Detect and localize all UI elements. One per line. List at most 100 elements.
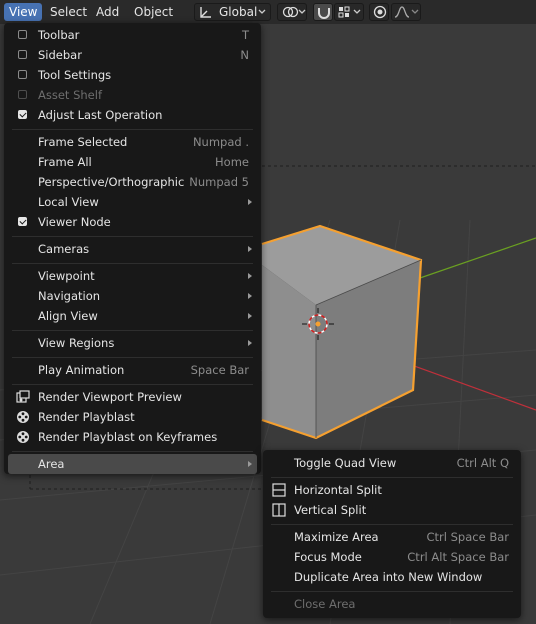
local-view-label: Local View	[38, 195, 99, 209]
toolbar-checkbox[interactable]	[18, 30, 27, 39]
render-viewport-preview-label: Render Viewport Preview	[38, 390, 182, 404]
duplicate-area-label: Duplicate Area into New Window	[294, 570, 483, 584]
menu-separator	[271, 524, 513, 525]
menu-item-horizontal-split[interactable]: Horizontal Split	[267, 480, 517, 500]
chevron-down-icon	[258, 9, 266, 14]
tool-settings-label: Tool Settings	[38, 68, 112, 82]
menu-item-frame-all[interactable]: Frame All Home	[8, 152, 257, 172]
falloff-dropdown[interactable]	[391, 3, 421, 21]
menu-item-frame-selected[interactable]: Frame Selected Numpad .	[8, 132, 257, 152]
pivot-point-dropdown[interactable]	[277, 3, 307, 21]
proportional-edit-icon	[373, 5, 387, 19]
submenu-arrow-icon	[248, 273, 252, 279]
play-animation-label: Play Animation	[38, 363, 125, 377]
sidebar-checkbox[interactable]	[18, 50, 27, 59]
transform-orientation-dropdown[interactable]: Global	[194, 3, 271, 21]
adjust-last-operation-checkbox[interactable]	[18, 110, 27, 119]
play-animation-shortcut: Space Bar	[190, 363, 249, 377]
menu-separator	[12, 129, 253, 130]
menu-item-align-view[interactable]: Align View	[8, 306, 257, 326]
menu-separator	[12, 357, 253, 358]
maximize-area-shortcut: Ctrl Space Bar	[426, 530, 509, 544]
menu-item-cameras[interactable]: Cameras	[8, 239, 257, 259]
submenu-arrow-icon	[248, 340, 252, 346]
menu-item-render-playblast[interactable]: Render Playblast	[8, 407, 257, 427]
menu-select[interactable]: Select	[45, 3, 92, 21]
submenu-arrow-icon	[248, 313, 252, 319]
sidebar-shortcut: N	[240, 48, 249, 62]
focus-mode-shortcut: Ctrl Alt Space Bar	[407, 550, 509, 564]
menu-item-duplicate-area[interactable]: Duplicate Area into New Window	[267, 567, 517, 587]
cameras-label: Cameras	[38, 242, 90, 256]
snap-toggle[interactable]	[313, 3, 333, 21]
frame-selected-shortcut: Numpad .	[192, 135, 249, 149]
tool-settings-checkbox[interactable]	[18, 70, 27, 79]
menu-separator	[271, 591, 513, 592]
submenu-arrow-icon	[248, 461, 252, 467]
toolbar-label: Toolbar	[38, 28, 80, 42]
menu-item-view-regions[interactable]: View Regions	[8, 333, 257, 353]
viewpoint-label: Viewpoint	[38, 269, 95, 283]
menu-separator	[12, 263, 253, 264]
submenu-arrow-icon	[248, 293, 252, 299]
menu-item-adjust-last-operation[interactable]: Adjust Last Operation	[8, 105, 257, 125]
menu-item-render-viewport-preview[interactable]: Render Viewport Preview	[8, 387, 257, 407]
menu-item-perspective-orthographic[interactable]: Perspective/Orthographic Numpad 5	[8, 172, 257, 192]
menu-separator	[12, 330, 253, 331]
menu-item-focus-mode[interactable]: Focus Mode Ctrl Alt Space Bar	[267, 547, 517, 567]
menu-item-viewer-node[interactable]: Viewer Node	[8, 212, 257, 232]
menu-view[interactable]: View	[4, 3, 43, 21]
toggle-quad-view-shortcut: Ctrl Alt Q	[456, 456, 509, 470]
render-still-icon	[16, 390, 30, 403]
falloff-curve-icon	[394, 6, 419, 18]
area-submenu: Toggle Quad View Ctrl Alt Q Horizontal S…	[263, 450, 521, 618]
sidebar-label: Sidebar	[38, 48, 82, 62]
menu-item-toolbar[interactable]: Toolbar T	[8, 25, 257, 45]
align-view-label: Align View	[38, 309, 98, 323]
render-animation-icon	[17, 431, 29, 443]
toggle-quad-view-label: Toggle Quad View	[294, 456, 397, 470]
menu-item-toggle-quad-view[interactable]: Toggle Quad View Ctrl Alt Q	[267, 453, 517, 473]
close-area-label: Close Area	[294, 597, 356, 611]
view-regions-label: View Regions	[38, 336, 115, 350]
menu-separator	[12, 384, 253, 385]
menu-separator	[12, 236, 253, 237]
view-menu: Toolbar T Sidebar N Tool Settings Asset …	[4, 23, 261, 474]
vertical-split-label: Vertical Split	[294, 503, 367, 517]
render-playblast-keyframes-label: Render Playblast on Keyframes	[38, 430, 218, 444]
menu-item-play-animation[interactable]: Play Animation Space Bar	[8, 360, 257, 380]
area-label: Area	[38, 457, 65, 471]
menu-item-local-view[interactable]: Local View	[8, 192, 257, 212]
menu-add[interactable]: Add	[91, 3, 124, 21]
menu-item-area[interactable]: Area	[8, 454, 257, 474]
menu-item-navigation[interactable]: Navigation	[8, 286, 257, 306]
asset-shelf-checkbox	[18, 90, 27, 99]
split-horizontal-icon	[272, 483, 286, 497]
perspective-orthographic-label: Perspective/Orthographic	[38, 175, 185, 189]
menu-object[interactable]: Object	[129, 3, 178, 21]
split-vertical-icon	[272, 503, 286, 517]
pivot-point-icon	[282, 6, 306, 18]
menu-item-tool-settings[interactable]: Tool Settings	[8, 65, 257, 85]
viewer-node-checkbox[interactable]	[18, 217, 27, 226]
menu-item-vertical-split[interactable]: Vertical Split	[267, 500, 517, 520]
menu-item-asset-shelf: Asset Shelf	[8, 85, 257, 105]
frame-all-label: Frame All	[38, 155, 92, 169]
proportional-edit-toggle[interactable]	[369, 3, 389, 21]
menu-item-sidebar[interactable]: Sidebar N	[8, 45, 257, 65]
menu-item-maximize-area[interactable]: Maximize Area Ctrl Space Bar	[267, 527, 517, 547]
snap-target-dropdown[interactable]	[334, 3, 364, 21]
submenu-arrow-icon	[248, 246, 252, 252]
render-animation-icon	[17, 411, 29, 423]
menu-item-render-playblast-keyframes[interactable]: Render Playblast on Keyframes	[8, 427, 257, 447]
menu-item-close-area: Close Area	[267, 594, 517, 614]
focus-mode-label: Focus Mode	[294, 550, 362, 564]
y-axis-line	[419, 237, 536, 279]
frame-all-shortcut: Home	[215, 155, 249, 169]
adjust-last-operation-label: Adjust Last Operation	[38, 108, 163, 122]
toolbar-shortcut: T	[241, 28, 249, 42]
menu-separator	[271, 477, 513, 478]
snap-increment-icon	[338, 6, 361, 18]
render-playblast-label: Render Playblast	[38, 410, 135, 424]
menu-item-viewpoint[interactable]: Viewpoint	[8, 266, 257, 286]
